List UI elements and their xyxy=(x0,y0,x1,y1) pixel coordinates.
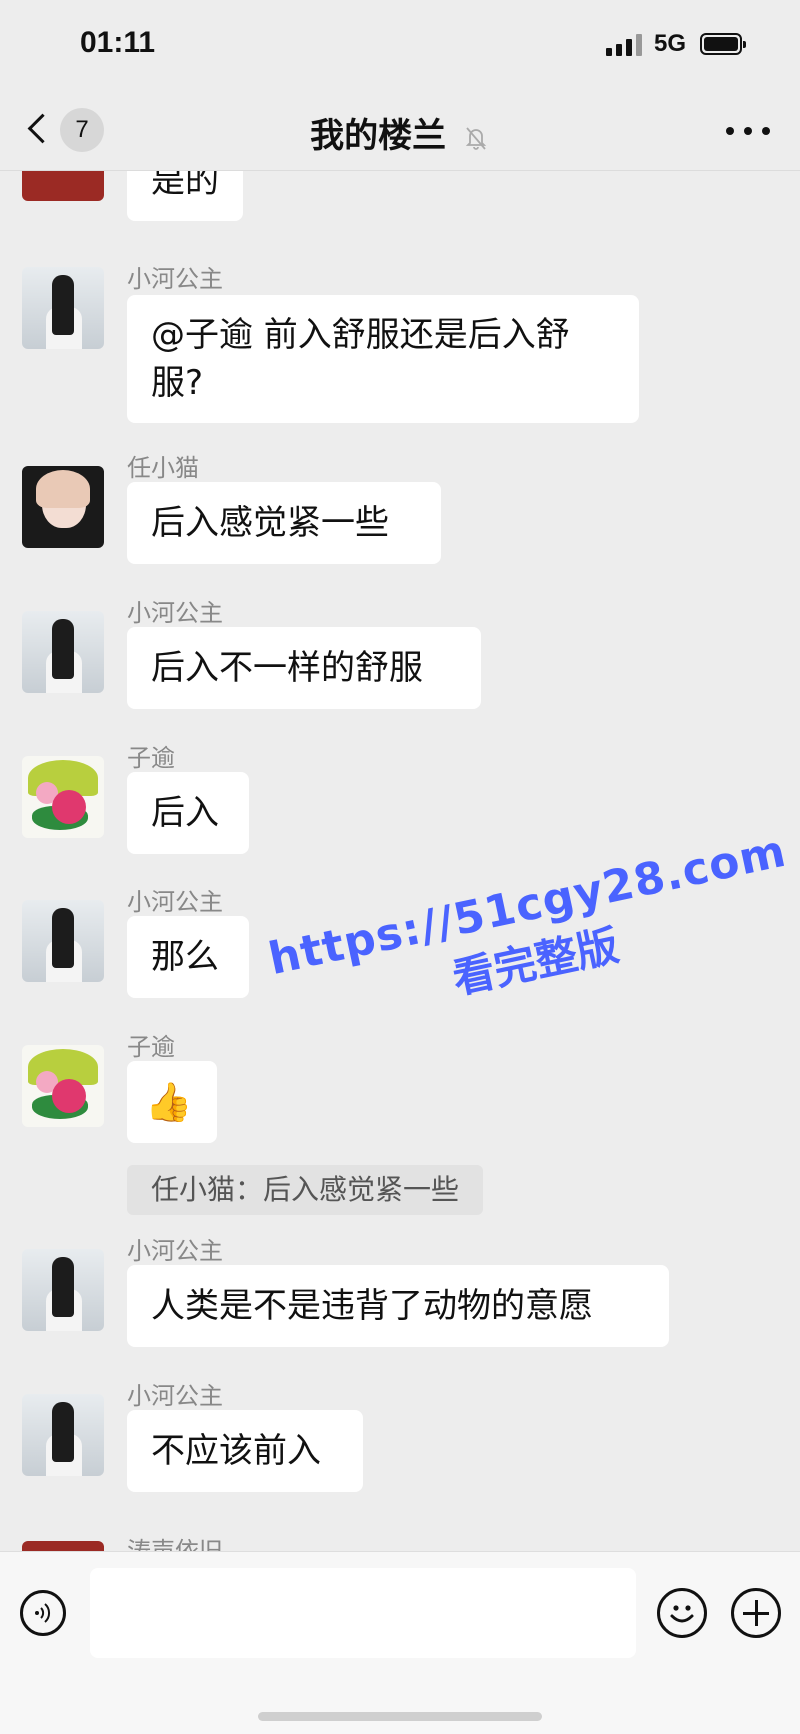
chat-message-list[interactable]: 是的 小河公主 @子逾 前入舒服还是后入舒 服? 任小猫 后入感觉紧一些 小河公… xyxy=(0,171,800,1551)
sender-name: 小河公主 xyxy=(127,599,223,627)
voice-input-button[interactable] xyxy=(20,1590,66,1636)
message-bubble[interactable]: 后入不一样的舒服 xyxy=(127,627,481,709)
message-text: 那么 xyxy=(151,937,219,977)
avatar[interactable] xyxy=(22,1249,104,1331)
message-bubble[interactable]: 不应该前入 xyxy=(127,1410,363,1492)
chat-title-row: 我的楼兰 xyxy=(0,108,800,157)
avatar[interactable] xyxy=(22,756,104,838)
message-bubble[interactable]: 人类是不是违背了动物的意愿 xyxy=(127,1265,669,1347)
battery-icon xyxy=(700,33,746,55)
avatar[interactable] xyxy=(22,1394,104,1476)
message-text: 后入感觉紧一些 xyxy=(151,503,389,543)
more-functions-button[interactable] xyxy=(731,1588,781,1638)
avatar[interactable] xyxy=(22,900,104,982)
signal-icon xyxy=(606,34,644,56)
emoji-button[interactable] xyxy=(657,1588,707,1638)
mute-bell-icon xyxy=(465,126,487,150)
sender-name: 小河公主 xyxy=(127,1382,223,1410)
avatar[interactable] xyxy=(22,1541,104,1551)
message-bubble[interactable]: @子逾 前入舒服还是后入舒 服? xyxy=(127,295,639,423)
message-bubble[interactable]: 👍 xyxy=(127,1061,217,1143)
nav-bar: 7 我的楼兰 xyxy=(0,92,800,171)
input-bar xyxy=(0,1551,800,1734)
message-bubble[interactable]: 后入 xyxy=(127,772,249,854)
avatar[interactable] xyxy=(22,171,104,201)
avatar[interactable] xyxy=(22,1045,104,1127)
message-text: 是的 xyxy=(151,171,219,201)
message-text: 后入 xyxy=(151,793,219,833)
message-text: 人类是不是违背了动物的意愿 xyxy=(151,1286,593,1326)
sender-name: 小河公主 xyxy=(127,265,223,293)
message-bubble[interactable]: 是的 xyxy=(127,171,243,221)
sender-name: 小河公主 xyxy=(127,888,223,916)
chat-title: 我的楼兰 xyxy=(310,116,447,156)
message-input[interactable] xyxy=(90,1568,636,1658)
sender-name: 涛声依旧 xyxy=(127,1537,223,1551)
status-time: 01:11 xyxy=(80,26,156,59)
message-text: @子逾 前入舒服还是后入舒 xyxy=(151,315,570,355)
voice-icon xyxy=(35,1603,51,1623)
home-indicator xyxy=(258,1712,542,1721)
avatar[interactable] xyxy=(22,466,104,548)
message-bubble[interactable]: 那么 xyxy=(127,916,249,998)
message-text: 不应该前入 xyxy=(151,1431,321,1471)
status-bar: 01:11 5G xyxy=(0,0,800,92)
smiley-icon xyxy=(670,1605,694,1623)
message-text: 服? xyxy=(151,363,204,403)
message-text: 后入不一样的舒服 xyxy=(151,648,423,688)
more-options-button[interactable] xyxy=(726,120,770,140)
avatar[interactable] xyxy=(22,267,104,349)
quoted-message[interactable]: 任小猫：后入感觉紧一些 xyxy=(127,1165,484,1215)
sender-name: 小河公主 xyxy=(127,1237,223,1265)
sender-name: 子逾 xyxy=(127,744,175,772)
avatar[interactable] xyxy=(22,611,104,693)
thumbs-up-icon: 👍 xyxy=(145,1080,193,1124)
message-bubble[interactable]: 后入感觉紧一些 xyxy=(127,482,441,564)
network-label: 5G xyxy=(654,30,687,57)
sender-name: 子逾 xyxy=(127,1033,175,1061)
sender-name: 任小猫 xyxy=(127,454,199,482)
